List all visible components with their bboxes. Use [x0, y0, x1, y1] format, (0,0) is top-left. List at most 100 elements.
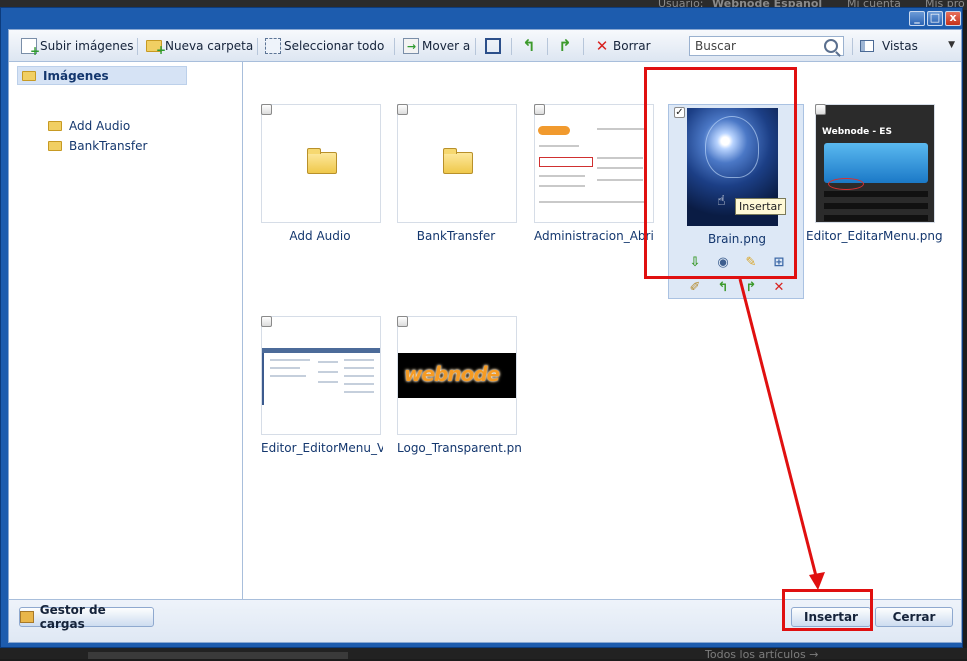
delete-icon[interactable]: ✕	[771, 280, 787, 296]
toolbar-divider	[583, 38, 584, 55]
crop-button[interactable]	[485, 30, 504, 62]
thumb-line	[344, 359, 374, 361]
toolbar-divider	[475, 38, 476, 55]
thumbnail-frame	[397, 104, 517, 223]
file-tile-brain-selected[interactable]: ✓ ☝ Insertar Brain.png ⇩ ◉ ✎ ⊞ ✐ ↰ ↱ ✕	[668, 104, 804, 299]
file-actions-row-1: ⇩ ◉ ✎ ⊞	[687, 255, 787, 271]
search-input[interactable]	[690, 37, 828, 55]
new-folder-label: Nueva carpeta	[165, 39, 254, 53]
thumb-line	[597, 167, 643, 169]
thumb-line	[318, 361, 338, 363]
new-folder-icon	[146, 40, 166, 57]
delete-icon: ✕	[595, 37, 609, 55]
upload-images-label: Subir imágenes	[40, 39, 134, 53]
upload-icon	[21, 38, 40, 58]
thumb-line	[344, 367, 374, 369]
administracion-thumbnail	[535, 123, 653, 207]
thumb-highlight-oval	[828, 178, 864, 190]
thumb-line	[597, 157, 643, 159]
search-icon[interactable]	[824, 39, 838, 53]
thumb-highlight-box	[539, 157, 593, 167]
insert-button[interactable]: Insertar	[791, 607, 871, 627]
folder-icon	[22, 70, 36, 81]
tree-item-add-audio[interactable]: Add Audio	[48, 116, 130, 135]
minimize-button[interactable]: _	[909, 11, 925, 26]
logo-thumbnail: webnode	[398, 353, 516, 398]
background-block	[88, 652, 348, 659]
toolbar-divider	[852, 38, 853, 55]
select-checkbox[interactable]	[397, 104, 408, 115]
file-grid: Add Audio BankTransfer Administracion_Ab…	[243, 62, 961, 599]
maximize-button[interactable]: □	[927, 11, 943, 26]
rename-icon[interactable]: ✐	[687, 280, 703, 296]
move-to-label: Mover a	[422, 39, 471, 53]
rotate-left-button[interactable]: ↰	[521, 30, 540, 62]
thumb-row	[824, 191, 928, 197]
folder-icon	[307, 148, 337, 174]
thumb-logo-bar	[538, 126, 570, 135]
thumb-line	[539, 175, 585, 177]
close-window-button[interactable]: x	[945, 11, 961, 26]
download-icon[interactable]: ⇩	[687, 255, 703, 271]
rotate-left-icon: ↰	[522, 36, 536, 55]
hand-cursor-icon: ☝	[717, 193, 726, 209]
folder-icon	[48, 120, 62, 131]
thumb-row	[824, 215, 928, 221]
upload-manager-button[interactable]: Gestor de cargas	[19, 603, 154, 631]
rotate-left-icon[interactable]: ↰	[715, 280, 731, 296]
tree-root-label: Imágenes	[43, 68, 109, 83]
dialog-footer: Gestor de cargas Insertar Cerrar	[9, 599, 961, 642]
folder-icon	[443, 148, 473, 174]
folder-icon	[48, 140, 62, 151]
search-box	[689, 36, 844, 56]
thumb-line	[318, 371, 338, 373]
thumb-topbar	[262, 348, 380, 353]
all-articles-link[interactable]: Todos los artículos →	[705, 649, 818, 661]
image-manager-dialog: _ □ x Subir imágenes Nueva carpeta Selec…	[0, 7, 963, 648]
thumb-line	[539, 185, 585, 187]
thumb-line	[270, 375, 306, 377]
rotate-right-button[interactable]: ↱	[557, 30, 576, 62]
tree-icon[interactable]: ⊞	[771, 255, 787, 271]
rotate-right-icon[interactable]: ↱	[743, 280, 759, 296]
tree-item-label: Add Audio	[69, 118, 131, 133]
new-folder-button[interactable]: Nueva carpeta	[146, 30, 253, 62]
toolbar-divider	[257, 38, 258, 55]
upload-images-button[interactable]: Subir imágenes	[21, 30, 134, 62]
file-name: Editor_EditarMenu.png	[806, 229, 943, 243]
close-button[interactable]: Cerrar	[875, 607, 953, 627]
thumb-panel	[824, 143, 928, 183]
thumbnail-frame	[261, 104, 381, 223]
file-name: Administracion_Abrir	[534, 229, 654, 243]
editor-menu-thumbnail	[262, 317, 380, 434]
crop-icon	[485, 38, 501, 54]
edit-icon[interactable]: ✎	[743, 255, 759, 271]
toolbar-divider	[137, 38, 138, 55]
select-checkbox[interactable]	[261, 104, 272, 115]
thumb-line	[597, 128, 647, 130]
select-all-button[interactable]: Seleccionar todo	[265, 30, 384, 62]
thumb-line	[344, 391, 374, 393]
selected-checkbox[interactable]: ✓	[674, 107, 685, 118]
move-icon	[403, 38, 419, 54]
select-checkbox[interactable]	[815, 104, 826, 115]
toolbar-divider	[547, 38, 548, 55]
select-checkbox[interactable]	[397, 316, 408, 327]
thumbnail-frame: Webnode - ES	[815, 104, 935, 223]
file-name: Editor_EditorMenu_Ve	[261, 441, 383, 455]
thumb-line	[270, 359, 310, 361]
preview-icon[interactable]: ◉	[715, 255, 731, 271]
toolbar-divider	[394, 38, 395, 55]
thumb-row	[824, 203, 928, 209]
thumbnail-frame: webnode	[397, 316, 517, 435]
select-checkbox[interactable]	[261, 316, 272, 327]
select-checkbox[interactable]	[534, 104, 545, 115]
upload-manager-label: Gestor de cargas	[39, 603, 106, 631]
close-label: Cerrar	[892, 610, 936, 624]
logo-wordmark: webnode	[404, 362, 500, 386]
views-dropdown[interactable]: Vistas ▼	[854, 36, 957, 56]
delete-button[interactable]: ✕ Borrar	[594, 30, 651, 62]
tree-item-banktransfer[interactable]: BankTransfer	[48, 136, 147, 155]
tree-root-images[interactable]: Imágenes	[17, 66, 187, 85]
move-to-button[interactable]: Mover a	[403, 30, 470, 62]
